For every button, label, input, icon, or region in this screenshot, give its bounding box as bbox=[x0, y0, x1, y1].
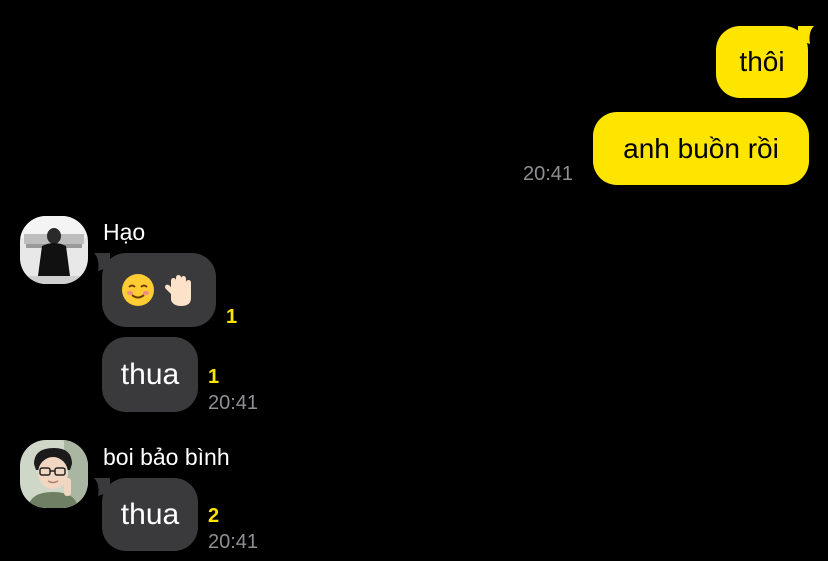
smiling-face-emoji-icon bbox=[120, 272, 156, 308]
sender-name: boi bảo bình bbox=[103, 444, 230, 470]
sender-avatar[interactable] bbox=[20, 216, 88, 284]
user-avatar-photo-icon bbox=[20, 440, 88, 508]
message-timestamp: 20:41 bbox=[208, 392, 259, 414]
incoming-message-bubble[interactable]: thua bbox=[102, 478, 198, 551]
message-text: thôi bbox=[739, 46, 785, 77]
bubble-tail bbox=[798, 26, 814, 44]
message-text: anh buồn rồi bbox=[623, 132, 779, 164]
sender-name: Hạo bbox=[103, 219, 146, 245]
sender-avatar[interactable] bbox=[20, 440, 88, 508]
bubble-tail bbox=[94, 478, 110, 496]
unread-count: 2 bbox=[208, 505, 220, 527]
message-text: thua bbox=[120, 357, 180, 391]
message-timestamp: 20:41 bbox=[523, 163, 574, 185]
incoming-message-bubble[interactable]: thua bbox=[102, 337, 198, 412]
message-text: thua bbox=[120, 497, 180, 531]
outgoing-message-bubble[interactable]: anh buồn rồi bbox=[593, 112, 809, 185]
message-timestamp: 20:41 bbox=[208, 531, 259, 553]
incoming-message-bubble[interactable] bbox=[102, 253, 216, 327]
user-avatar-photo-icon bbox=[20, 216, 88, 284]
unread-count: 1 bbox=[208, 366, 220, 388]
raised-hand-emoji-icon bbox=[162, 272, 198, 308]
bubble-tail bbox=[94, 253, 110, 271]
unread-count: 1 bbox=[226, 306, 238, 328]
outgoing-message-bubble[interactable]: thôi bbox=[716, 26, 808, 98]
